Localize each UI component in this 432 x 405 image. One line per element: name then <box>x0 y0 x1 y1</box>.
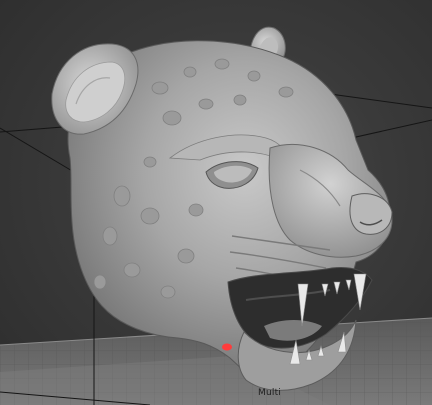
scene-canvas[interactable] <box>0 0 432 405</box>
plate-label: Multi <box>258 388 281 398</box>
selection-marker <box>222 343 232 351</box>
3d-viewport[interactable]: Multi <box>0 0 432 405</box>
